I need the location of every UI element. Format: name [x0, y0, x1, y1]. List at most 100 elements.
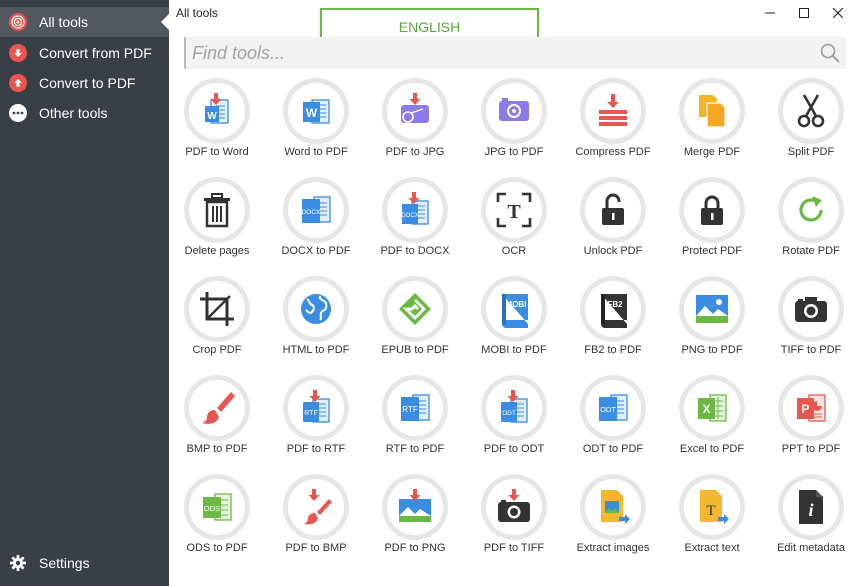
- fb2-text: FB2: [607, 300, 623, 309]
- sidebar-item-convert-from-pdf[interactable]: Convert from PDF: [0, 38, 169, 68]
- tool-pdf-to-odt[interactable]: ODT PDF to ODT: [465, 375, 563, 467]
- tool-label: Excel to PDF: [679, 443, 745, 455]
- ods-icon: ODS: [203, 493, 232, 521]
- tool-pdf-to-bmp[interactable]: PDF to BMP: [267, 474, 365, 566]
- tool-pdf-to-jpg[interactable]: PDF to JPG: [366, 78, 464, 170]
- ppt-letter: P: [801, 402, 809, 416]
- close-icon: [833, 8, 843, 18]
- tool-png-to-pdf[interactable]: PNG to PDF: [663, 276, 761, 368]
- excel-letter: X: [702, 402, 710, 416]
- tool-bmp-to-pdf[interactable]: BMP to PDF: [168, 375, 266, 467]
- tool-extract-images[interactable]: Extract images: [564, 474, 662, 566]
- tool-jpg-to-pdf[interactable]: JPG to PDF: [465, 78, 563, 170]
- tool-label: PDF to TIFF: [483, 542, 545, 554]
- sidebar-item-convert-to-pdf[interactable]: Convert to PDF: [0, 68, 169, 98]
- jpg-to-pdf-icon: [499, 98, 529, 121]
- minimize-button[interactable]: [753, 0, 787, 26]
- sidebar-item-label: Convert to PDF: [39, 75, 136, 91]
- tool-label: RTF to PDF: [385, 443, 445, 455]
- tool-label: Delete pages: [184, 245, 250, 257]
- tool-label: JPG to PDF: [484, 146, 544, 158]
- tool-ppt-to-pdf[interactable]: P PPT to PDF: [762, 375, 860, 467]
- excel-icon: X: [698, 394, 727, 422]
- tool-odt-to-pdf[interactable]: ODT ODT to PDF: [564, 375, 662, 467]
- pdf-to-bmp-icon: [304, 489, 332, 525]
- docx-text: DOCX: [302, 209, 321, 216]
- more-icon: [9, 104, 27, 122]
- rtf-text: RTF: [304, 410, 317, 417]
- tool-docx-to-pdf[interactable]: DOCX DOCX to PDF: [267, 177, 365, 269]
- image-icon: [696, 295, 728, 323]
- info-letter: i: [808, 500, 813, 520]
- tool-excel-to-pdf[interactable]: X Excel to PDF: [663, 375, 761, 467]
- extract-text-icon: T: [700, 490, 729, 524]
- ocr-letter: T: [507, 201, 521, 223]
- tool-label: FB2 to PDF: [584, 344, 642, 356]
- tool-label: Edit metadata: [777, 542, 845, 554]
- tool-label: PPT to PDF: [781, 443, 841, 455]
- fb2-icon: FB2: [601, 294, 627, 328]
- tool-extract-text[interactable]: T Extract text: [663, 474, 761, 566]
- tool-pdf-to-rtf[interactable]: RTF PDF to RTF: [267, 375, 365, 467]
- search-icon[interactable]: [820, 43, 840, 68]
- tool-label: PDF to JPG: [385, 146, 445, 158]
- tool-mobi-to-pdf[interactable]: MOBI MOBI to PDF: [465, 276, 563, 368]
- sidebar-item-all-tools[interactable]: All tools: [0, 7, 169, 37]
- tool-pdf-to-tiff[interactable]: PDF to TIFF: [465, 474, 563, 566]
- tool-pdf-to-png[interactable]: PDF to PNG: [366, 474, 464, 566]
- tool-merge-pdf[interactable]: Merge PDF: [663, 78, 761, 170]
- tool-fb2-to-pdf[interactable]: FB2 FB2 to PDF: [564, 276, 662, 368]
- active-indicator: [161, 14, 169, 30]
- word-to-pdf-icon: W: [303, 99, 330, 124]
- tool-label: HTML to PDF: [282, 344, 350, 356]
- tool-pdf-to-word[interactable]: W PDF to Word: [168, 78, 266, 170]
- search-input[interactable]: [192, 41, 802, 65]
- word-letter: W: [306, 106, 318, 120]
- sidebar-item-label: Other tools: [39, 105, 108, 121]
- tool-rtf-to-pdf[interactable]: RTF RTF to PDF: [366, 375, 464, 467]
- tool-label: ODT to PDF: [582, 443, 644, 455]
- tool-label: PDF to PNG: [384, 542, 446, 554]
- tool-protect-pdf[interactable]: Protect PDF: [663, 177, 761, 269]
- pdf-to-jpg-icon: [401, 93, 429, 123]
- tool-label: OCR: [501, 245, 527, 257]
- word-letter: W: [207, 111, 217, 122]
- tool-label: TIFF to PDF: [780, 344, 842, 356]
- odt-text: ODT: [502, 410, 516, 417]
- docx-to-pdf-icon: DOCX: [302, 196, 331, 223]
- settings-label: Settings: [39, 555, 90, 571]
- epub-icon: [399, 293, 431, 325]
- tool-label: BMP to PDF: [186, 443, 248, 455]
- docx-text: DOCX: [401, 213, 418, 219]
- maximize-icon: [799, 8, 809, 18]
- arrow-down-icon: [9, 44, 27, 62]
- rotate-icon: [799, 196, 823, 222]
- tool-ods-to-pdf[interactable]: ODS ODS to PDF: [168, 474, 266, 566]
- tool-edit-metadata[interactable]: i Edit metadata: [762, 474, 860, 566]
- tool-crop-pdf[interactable]: Crop PDF: [168, 276, 266, 368]
- tool-rotate-pdf[interactable]: Rotate PDF: [762, 177, 860, 269]
- tool-compress-pdf[interactable]: Compress PDF: [564, 78, 662, 170]
- tool-delete-pages[interactable]: Delete pages: [168, 177, 266, 269]
- search-bar: [184, 37, 846, 69]
- pdf-to-odt-icon: ODT: [501, 390, 528, 423]
- sidebar-item-settings[interactable]: Settings: [0, 548, 169, 578]
- tool-ocr[interactable]: T OCR: [465, 177, 563, 269]
- tool-label: PNG to PDF: [681, 344, 743, 356]
- maximize-button[interactable]: [787, 0, 821, 26]
- brush-icon: [202, 392, 235, 424]
- merge-icon: [699, 95, 726, 128]
- tool-split-pdf[interactable]: Split PDF: [762, 78, 860, 170]
- tool-unlock-pdf[interactable]: Unlock PDF: [564, 177, 662, 269]
- tool-word-to-pdf[interactable]: W Word to PDF: [267, 78, 365, 170]
- sidebar: All tools Convert from PDF Convert to PD…: [0, 0, 169, 586]
- sidebar-item-other-tools[interactable]: Other tools: [0, 98, 169, 128]
- unlock-icon: [602, 193, 624, 225]
- tool-html-to-pdf[interactable]: HTML to PDF: [267, 276, 365, 368]
- scissors-icon: [797, 94, 825, 128]
- tool-pdf-to-docx[interactable]: DOCX PDF to DOCX: [366, 177, 464, 269]
- tool-tiff-to-pdf[interactable]: TIFF to PDF: [762, 276, 860, 368]
- ods-text: ODS: [204, 504, 220, 513]
- tool-epub-to-pdf[interactable]: EPUB to PDF: [366, 276, 464, 368]
- close-button[interactable]: [821, 0, 855, 26]
